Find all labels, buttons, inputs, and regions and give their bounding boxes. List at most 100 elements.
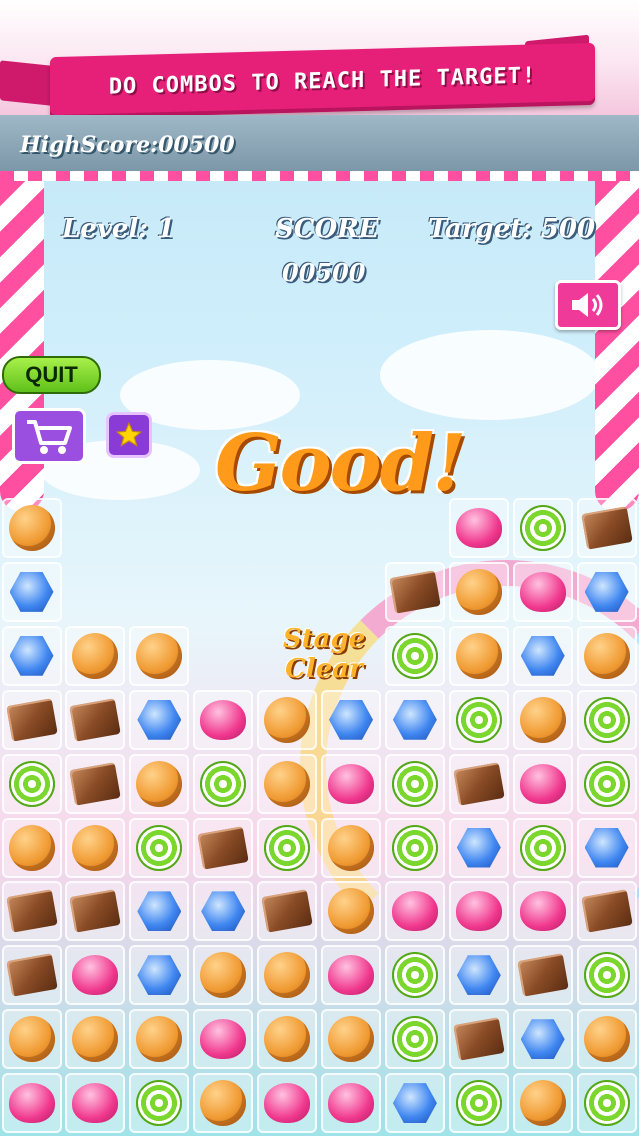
candy-green-icon [391,952,438,999]
board-cell[interactable] [512,498,573,558]
board-cell[interactable] [1,945,62,1006]
board-cell[interactable] [321,817,381,878]
board-cell[interactable] [384,881,445,942]
board-cell[interactable] [65,625,126,686]
board-cell[interactable] [384,1009,445,1070]
board-cell[interactable] [576,881,637,942]
board-cell[interactable] [129,1073,190,1134]
board-cell[interactable] [129,625,190,686]
board-cell[interactable] [65,1073,126,1134]
board-cell[interactable] [1,625,62,686]
board-cell[interactable] [512,1073,573,1134]
board-cell[interactable] [448,753,509,814]
board-cell[interactable] [129,817,190,878]
board-cell[interactable] [129,753,190,814]
candy-orange-icon [72,1016,119,1063]
board-cell[interactable] [448,881,509,942]
board-cell[interactable] [193,945,254,1006]
board-cell[interactable] [1,881,62,942]
board-cell[interactable] [129,945,190,1006]
board-cell[interactable] [193,689,254,750]
board-cell[interactable] [384,1073,445,1134]
board-cell[interactable] [448,498,509,558]
board-cell[interactable] [257,945,318,1006]
board-cell[interactable] [512,753,573,814]
board-cell[interactable] [576,1073,637,1134]
board-cell[interactable] [384,689,445,750]
board-cell[interactable] [576,561,637,622]
board-cell[interactable] [321,689,381,750]
candy-green-icon [583,1080,630,1127]
board-cell[interactable] [65,753,126,814]
board-cell[interactable] [129,689,190,750]
board-cell[interactable] [576,689,637,750]
board-cell[interactable] [384,817,445,878]
board-cell[interactable] [129,1009,190,1070]
board-cell[interactable] [1,561,62,622]
board-cell[interactable] [576,498,637,558]
board-cell[interactable] [512,689,573,750]
board-cell[interactable] [193,1073,254,1134]
board-cell[interactable] [321,945,381,1006]
board-cell[interactable] [1,1073,62,1134]
board-cell[interactable] [1,689,62,750]
board-cell[interactable] [1,1009,62,1070]
board-cell[interactable] [512,945,573,1006]
board-cell[interactable] [576,1009,637,1070]
board-cell[interactable] [448,561,509,622]
board-cell[interactable] [384,945,445,1006]
board-cell[interactable] [65,881,126,942]
board-cell[interactable] [193,753,254,814]
board-cell[interactable] [384,753,445,814]
board-cell[interactable] [129,881,190,942]
board-cell[interactable] [448,625,509,686]
candy-green-icon [455,696,502,743]
board-cell[interactable] [384,561,445,622]
quit-button[interactable]: QUIT [2,356,101,394]
board-cell[interactable] [257,753,318,814]
board-cell[interactable] [512,561,573,622]
board-cell[interactable] [321,1009,381,1070]
board-cell[interactable] [576,817,637,878]
board-cell[interactable] [448,817,509,878]
board-cell[interactable] [448,945,509,1006]
board-cell[interactable] [384,625,445,686]
board-cell[interactable] [1,817,62,878]
board-cell[interactable] [512,1009,573,1070]
candy-orange-icon [8,505,55,551]
board-cell[interactable] [321,1073,381,1134]
sound-button[interactable] [555,280,621,330]
board-cell[interactable] [576,625,637,686]
board-cell[interactable] [65,945,126,1006]
bonus-button[interactable] [106,412,152,458]
board-cell[interactable] [65,817,126,878]
board-cell[interactable] [1,753,62,814]
board-cell[interactable] [448,1073,509,1134]
candy-orange-icon [264,952,311,999]
board-cell[interactable] [193,1009,254,1070]
board-cell[interactable] [448,689,509,750]
candy-orange-icon [519,696,566,743]
board-cell[interactable] [65,689,126,750]
candy-green-icon [583,952,630,999]
board-cell[interactable] [1,498,62,558]
board-cell[interactable] [576,753,637,814]
board-cell[interactable] [257,689,318,750]
board-cell[interactable] [193,817,254,878]
board-cell[interactable] [321,881,381,942]
board-cell[interactable] [512,881,573,942]
board-cell[interactable] [448,1009,509,1070]
board-cell[interactable] [512,625,573,686]
board-cell[interactable] [65,1009,126,1070]
board-cell[interactable] [512,817,573,878]
board-cell[interactable] [257,1009,318,1070]
board-cell[interactable] [257,817,318,878]
board-cell[interactable] [193,881,254,942]
shop-button[interactable] [12,408,86,464]
board-cell[interactable] [321,753,381,814]
candy-choc-icon [580,889,633,934]
board-cell[interactable] [257,1073,318,1134]
board-cell[interactable] [576,945,637,1006]
board-cell[interactable] [257,881,318,942]
candy-green-icon [264,824,311,871]
